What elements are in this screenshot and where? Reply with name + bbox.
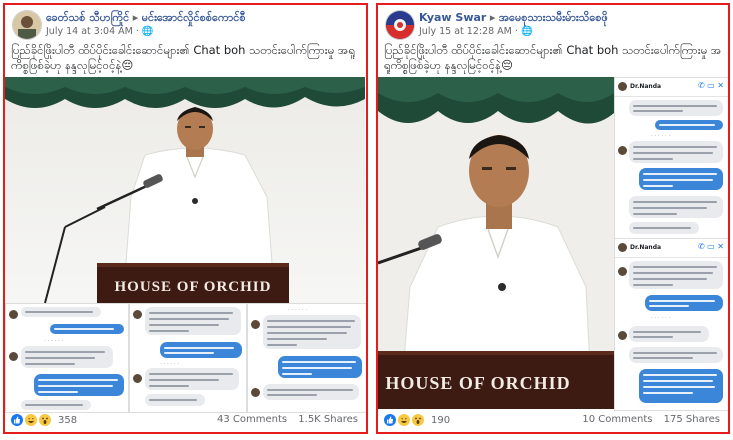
chat-screenshot: · · · · · · (129, 303, 247, 413)
chat-name[interactable]: Dr.Nanda (630, 244, 661, 251)
group-name[interactable]: အမေစုသားသမီးမ်ားသိစေဖို (499, 11, 608, 24)
chat-actions-icon[interactable]: ✆ ▭ ✕ (698, 242, 724, 251)
reactions[interactable]: 358 (11, 414, 77, 426)
caret-right-icon: ▸ (489, 11, 496, 24)
like-icon (384, 414, 396, 426)
shares-count[interactable]: 175 Shares (664, 414, 720, 425)
comments-count[interactable]: 43 Comments (217, 414, 287, 425)
chat-screenshot: Dr.Nanda ✆ ▭ ✕ · · · · · · (614, 238, 728, 411)
post-photo[interactable]: HOUSE OF ORCHID (5, 77, 365, 303)
chat-header: Dr.Nanda ✆ ▭ ✕ (615, 78, 728, 97)
chat-actions-icon[interactable]: ✆ ▭ ✕ (698, 81, 724, 90)
author-name[interactable]: Kyaw Swar (419, 11, 486, 24)
reaction-count[interactable]: 358 (58, 415, 77, 426)
group-name[interactable]: မင်းအောင်လှိုင်စစ်ကောင်စီ (142, 11, 246, 24)
author-name[interactable]: ခေတ်သစ် သီဟကြိုင် (46, 11, 129, 24)
post-header: ခေတ်သစ် သီဟကြိုင် ▸ မင်းအောင်လှိုင်စစ်ကေ… (5, 5, 366, 41)
post-caption: ပြည်ခိုင်ဖြိုးပါတီ ထိပ်ပိုင်းခေါင်းဆောင်… (11, 43, 356, 72)
post-footer: 358 43 Comments 1.5K Shares (5, 410, 366, 432)
post-caption: ပြည်ခိုင်ဖြိုးပါတီ ထိပ်ပိုင်းခေါင်းဆောင်… (384, 43, 722, 72)
post-card-2: Kyaw Swar ▸ အမေစုသားသမီးမ်ားသိစေဖို July… (376, 3, 730, 434)
reaction-count[interactable]: 190 (431, 415, 450, 426)
author-line: Kyaw Swar ▸ အမေစုသားသမီးမ်ားသိစေဖို (419, 11, 608, 27)
chat-name[interactable]: Dr.Nanda (630, 83, 661, 90)
shares-count[interactable]: 1.5K Shares (298, 414, 358, 425)
post-meta: July 15 at 12:28 AM · 🌐 (419, 26, 533, 37)
chat-header: Dr.Nanda ✆ ▭ ✕ (615, 239, 728, 258)
post-meta: July 14 at 3:04 AM · 🌐 (46, 26, 154, 37)
avatar[interactable] (385, 10, 415, 40)
engagement-stats: 10 Comments 175 Shares (582, 414, 720, 425)
podium-text: HOUSE OF ORCHID (115, 279, 272, 295)
chat-screenshot: · · · · · · (5, 303, 129, 413)
chat-screenshot: Dr.Nanda ✆ ▭ ✕ · · · · · · (614, 77, 728, 239)
like-icon (11, 414, 23, 426)
post-footer: 190 10 Comments 175 Shares (378, 410, 728, 432)
haha-icon (25, 414, 37, 426)
post-header: Kyaw Swar ▸ အမေစုသားသမီးမ်ားသိစေဖို July… (378, 5, 728, 41)
post-card-1: ခေတ်သစ် သီဟကြိုင် ▸ မင်းအောင်လှိုင်စစ်ကေ… (3, 3, 368, 434)
chat-screenshot: · · · · · · (247, 303, 366, 413)
timestamp[interactable]: July 14 at 3:04 AM (46, 26, 133, 37)
comments-count[interactable]: 10 Comments (582, 414, 652, 425)
avatar[interactable] (12, 10, 42, 40)
wow-icon (39, 414, 51, 426)
haha-icon (398, 414, 410, 426)
wow-icon (412, 414, 424, 426)
reactions[interactable]: 190 (384, 414, 450, 426)
globe-icon: · 🌐 (135, 26, 154, 37)
caret-right-icon: ▸ (132, 11, 139, 24)
timestamp[interactable]: July 15 at 12:28 AM (419, 26, 512, 37)
globe-icon: · 🌐 (514, 26, 533, 37)
author-line: ခေတ်သစ် သီဟကြိုင် ▸ မင်းအောင်လှိုင်စစ်ကေ… (46, 11, 246, 27)
podium-text: HOUSE OF ORCHID (385, 373, 570, 393)
post-photo[interactable]: HOUSE OF ORCHID (378, 77, 614, 409)
engagement-stats: 43 Comments 1.5K Shares (217, 414, 358, 425)
